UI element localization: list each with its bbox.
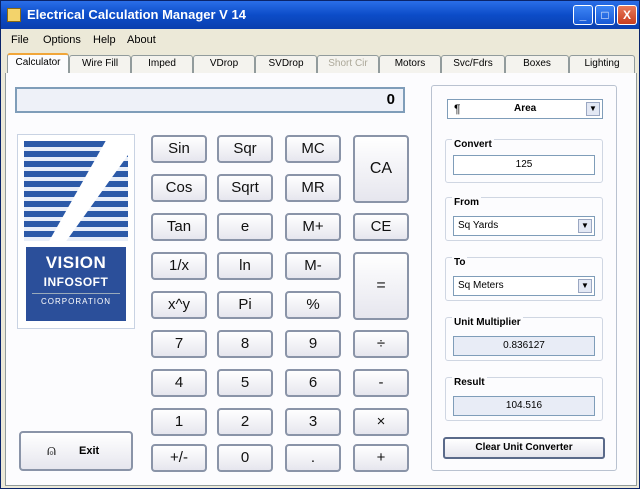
- tab-short-cir: Short Cir: [317, 55, 379, 73]
- key-4[interactable]: 4: [151, 369, 207, 397]
- maximize-button[interactable]: □: [595, 5, 615, 25]
- key-plus[interactable]: +: [353, 444, 409, 472]
- key-ce[interactable]: CE: [353, 213, 409, 241]
- key-sign[interactable]: +/-: [151, 444, 207, 472]
- calculator-display: 0: [15, 87, 405, 113]
- tab-svdrop[interactable]: SVDrop: [255, 55, 317, 73]
- convert-input[interactable]: 125: [453, 155, 595, 175]
- multiplier-label: Unit Multiplier: [452, 317, 523, 328]
- key-tan[interactable]: Tan: [151, 213, 207, 241]
- key-7[interactable]: 7: [151, 330, 207, 358]
- key-m-plus[interactable]: M+: [285, 213, 341, 241]
- category-select[interactable]: ¶ Area ▼: [447, 99, 603, 119]
- key-0[interactable]: 0: [217, 444, 273, 472]
- key-minus[interactable]: -: [353, 369, 409, 397]
- window-title: Electrical Calculation Manager V 14: [27, 7, 246, 22]
- key-equals[interactable]: =: [353, 252, 409, 320]
- key-6[interactable]: 6: [285, 369, 341, 397]
- close-button[interactable]: X: [617, 5, 637, 25]
- menu-options[interactable]: Options: [43, 34, 81, 46]
- menu-about[interactable]: About: [127, 34, 156, 46]
- exit-door-icon: ⍝: [47, 442, 57, 459]
- key-reciprocal[interactable]: 1/x: [151, 252, 207, 280]
- from-unit-select[interactable]: Sq Yards ▼: [453, 216, 595, 236]
- chevron-down-icon[interactable]: ▼: [578, 219, 592, 233]
- key-percent[interactable]: %: [285, 291, 341, 319]
- from-unit-value: Sq Yards: [458, 220, 499, 231]
- key-1[interactable]: 1: [151, 408, 207, 436]
- key-ln[interactable]: ln: [217, 252, 273, 280]
- tab-boxes[interactable]: Boxes: [505, 55, 569, 73]
- chevron-down-icon[interactable]: ▼: [578, 279, 592, 293]
- chevron-down-icon[interactable]: ▼: [586, 102, 600, 116]
- key-8[interactable]: 8: [217, 330, 273, 358]
- tab-wire-fill[interactable]: Wire Fill: [69, 55, 131, 73]
- key-divide[interactable]: ÷: [353, 330, 409, 358]
- result-field: 104.516: [453, 396, 595, 416]
- menu-file[interactable]: File: [11, 34, 29, 46]
- key-ca[interactable]: CA: [353, 135, 409, 203]
- key-multiply[interactable]: ×: [353, 408, 409, 436]
- tab-calculator[interactable]: Calculator: [7, 53, 69, 74]
- key-m-minus[interactable]: M-: [285, 252, 341, 280]
- key-sqrt[interactable]: Sqrt: [217, 174, 273, 202]
- minimize-button[interactable]: _: [573, 5, 593, 25]
- menu-help[interactable]: Help: [93, 34, 116, 46]
- to-label: To: [452, 257, 468, 268]
- to-unit-value: Sq Meters: [458, 280, 504, 291]
- from-label: From: [452, 197, 481, 208]
- tab-svc-fdrs[interactable]: Svc/Fdrs: [441, 55, 505, 73]
- exit-button[interactable]: ⍝ Exit: [19, 431, 133, 471]
- tab-lighting[interactable]: Lighting: [569, 55, 635, 73]
- logo-text-corporation: CORPORATION: [32, 293, 120, 306]
- logo-text-infosoft: INFOSOFT: [43, 275, 109, 289]
- company-logo: VISION INFOSOFT CORPORATION: [17, 134, 135, 329]
- key-3[interactable]: 3: [285, 408, 341, 436]
- key-decimal[interactable]: .: [285, 444, 341, 472]
- key-sqr[interactable]: Sqr: [217, 135, 273, 163]
- key-5[interactable]: 5: [217, 369, 273, 397]
- key-mc[interactable]: MC: [285, 135, 341, 163]
- key-sin[interactable]: Sin: [151, 135, 207, 163]
- key-e[interactable]: e: [217, 213, 273, 241]
- key-2[interactable]: 2: [217, 408, 273, 436]
- key-9[interactable]: 9: [285, 330, 341, 358]
- category-icon: ¶: [454, 102, 461, 116]
- convert-label: Convert: [452, 139, 494, 150]
- exit-label: Exit: [79, 445, 100, 457]
- clear-unit-converter-button[interactable]: Clear Unit Converter: [443, 437, 605, 459]
- result-label: Result: [452, 377, 487, 388]
- title-bar[interactable]: Electrical Calculation Manager V 14 _ □ …: [1, 1, 639, 29]
- key-pi[interactable]: Pi: [217, 291, 273, 319]
- tab-vdrop[interactable]: VDrop: [193, 55, 255, 73]
- key-power[interactable]: x^y: [151, 291, 207, 319]
- multiplier-field: 0.836127: [453, 336, 595, 356]
- key-cos[interactable]: Cos: [151, 174, 207, 202]
- tab-motors[interactable]: Motors: [379, 55, 441, 73]
- tab-imped[interactable]: Imped: [131, 55, 193, 73]
- tab-strip: Calculator Wire Fill Imped VDrop SVDrop …: [5, 53, 637, 74]
- logo-text-vision: VISION: [45, 253, 107, 272]
- logo-badge: VISION INFOSOFT CORPORATION: [26, 247, 126, 321]
- to-unit-select[interactable]: Sq Meters ▼: [453, 276, 595, 296]
- menu-bar: File Options Help About: [1, 31, 639, 49]
- app-window: Electrical Calculation Manager V 14 _ □ …: [0, 0, 640, 489]
- category-value: Area: [514, 103, 537, 114]
- key-mr[interactable]: MR: [285, 174, 341, 202]
- app-icon: [7, 8, 21, 22]
